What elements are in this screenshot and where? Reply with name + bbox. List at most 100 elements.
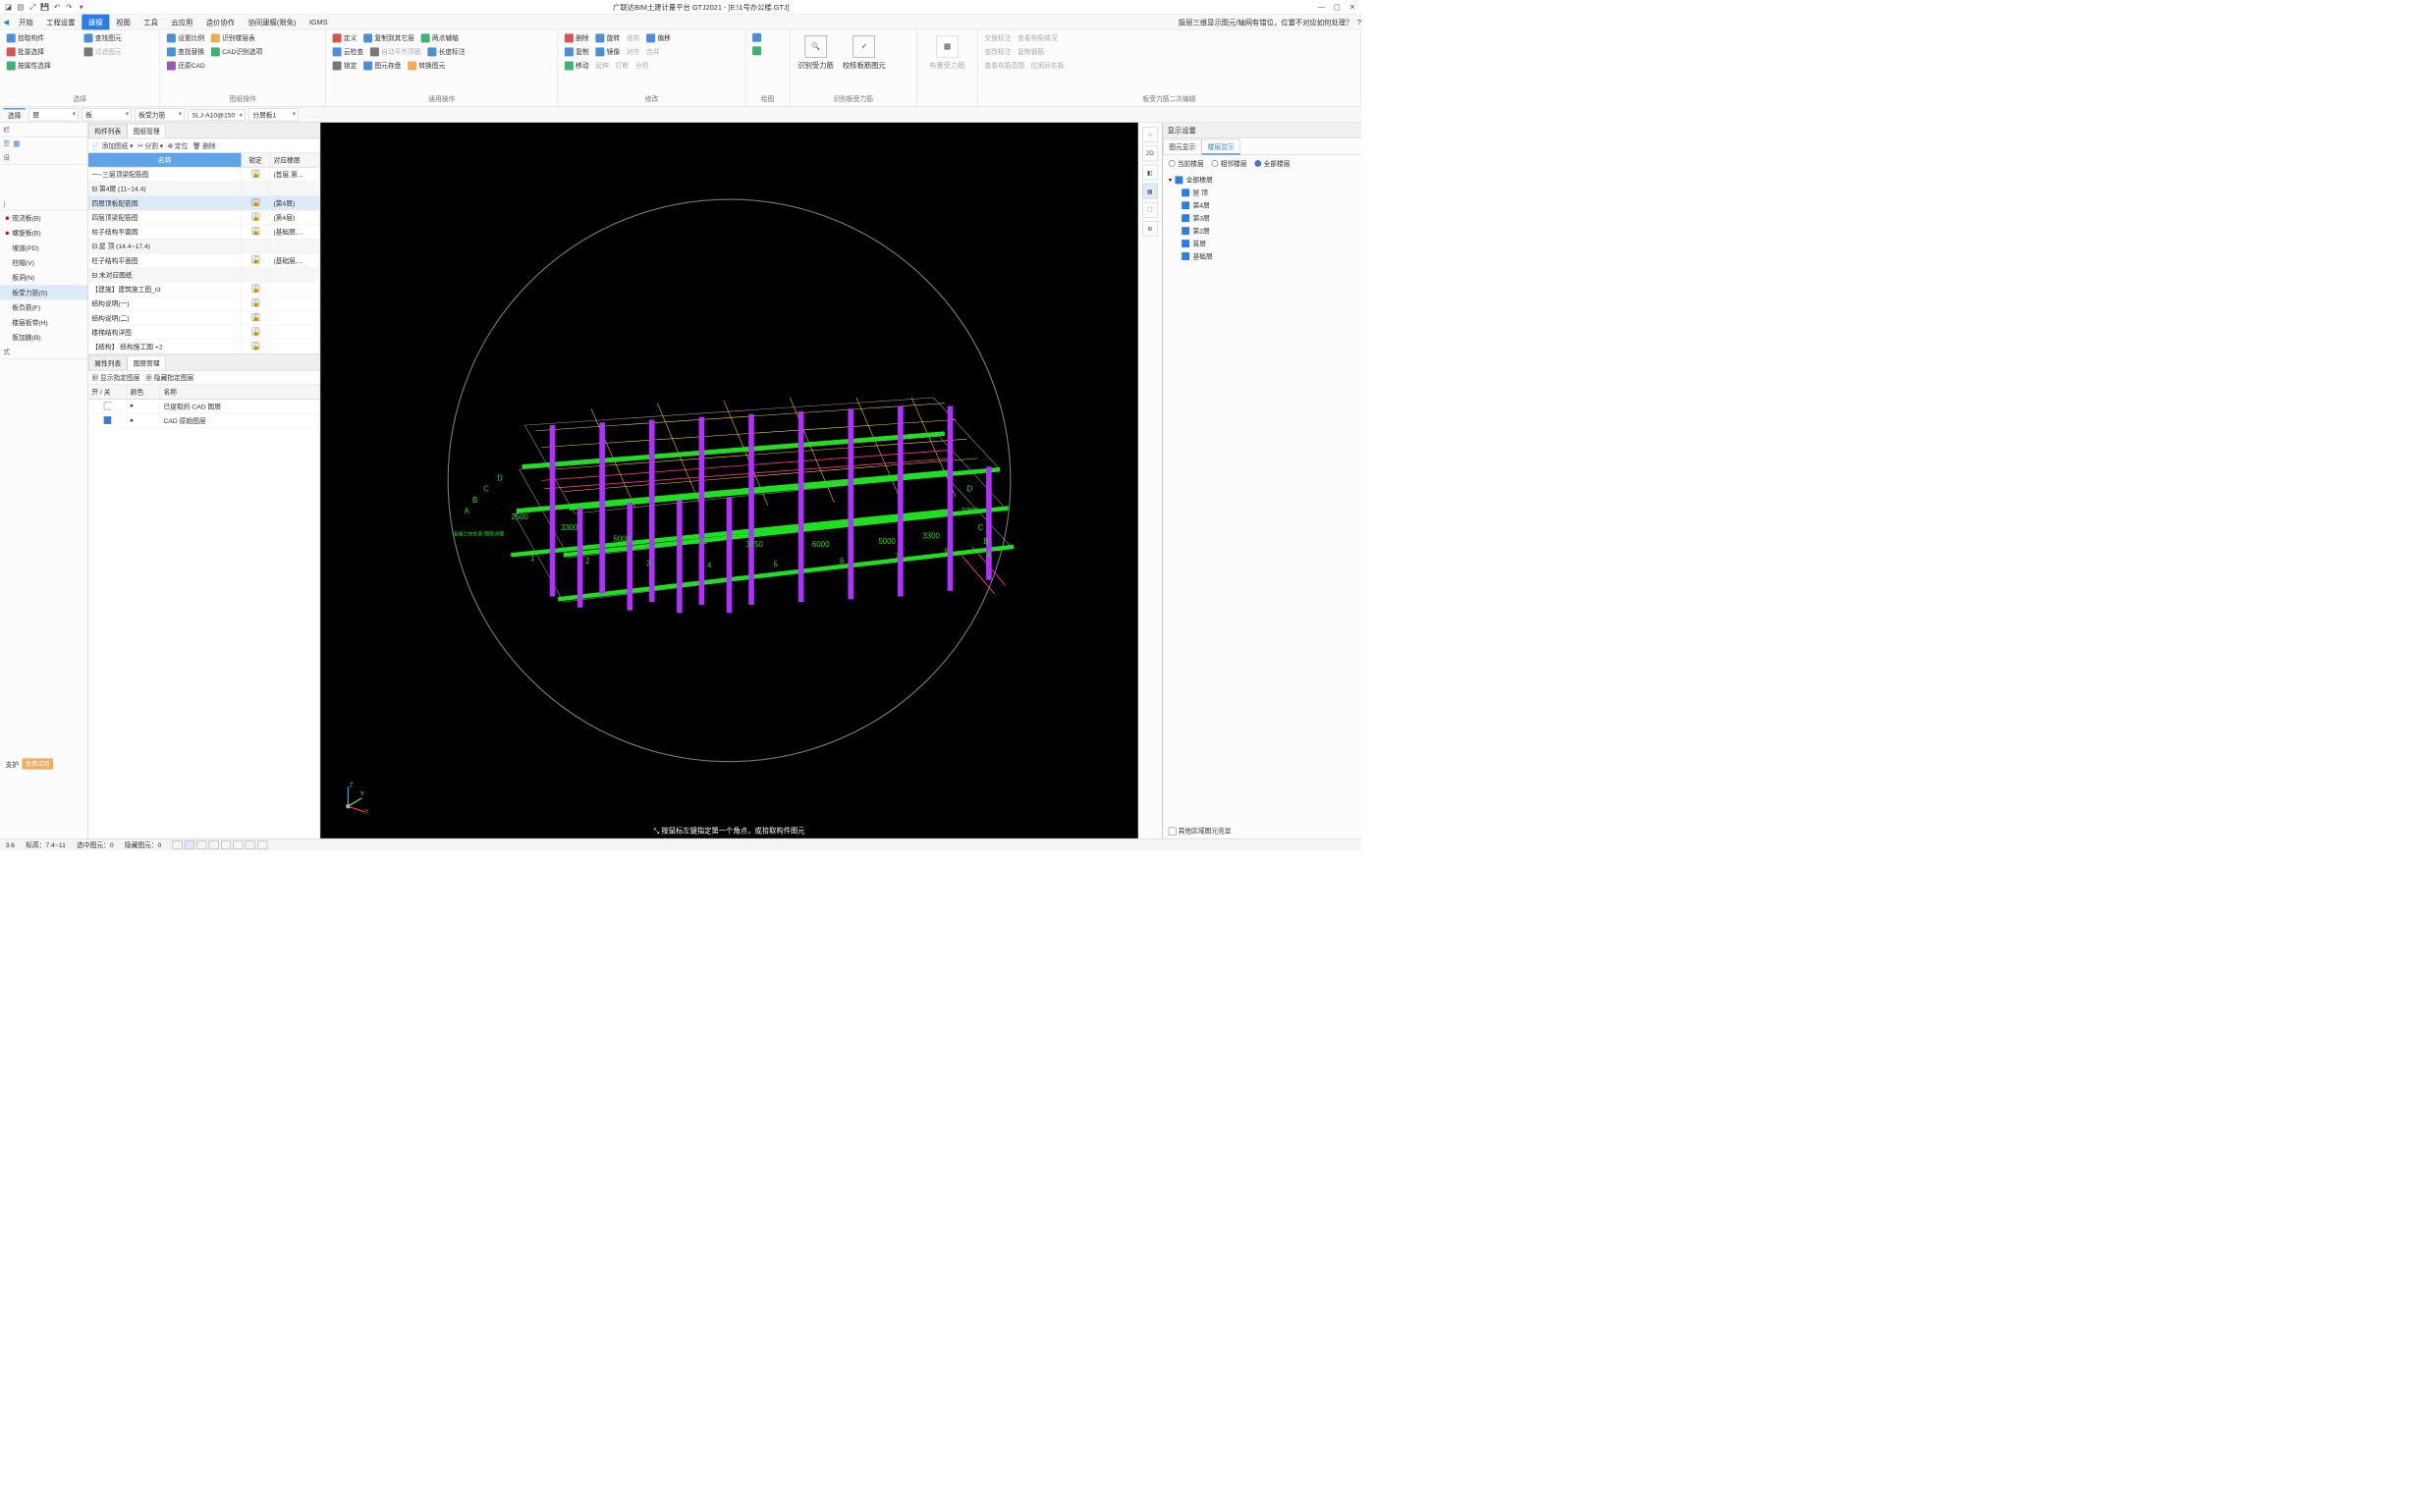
tab-property-list[interactable]: 属性列表 xyxy=(88,355,127,370)
close-icon[interactable]: ✕ xyxy=(1347,1,1357,12)
status-icon-7[interactable] xyxy=(246,840,255,849)
tab-component-list[interactable]: 构件列表 xyxy=(88,124,127,138)
new-icon[interactable]: ▤ xyxy=(16,2,26,12)
status-icon-3[interactable] xyxy=(196,840,206,849)
layer-row[interactable]: ▸已提取的 CAD 图层 xyxy=(88,400,320,414)
floor-node[interactable]: 基础层 xyxy=(1169,249,1356,262)
open-icon[interactable]: ⤢ xyxy=(28,2,37,12)
grid-view-icon[interactable]: ▦ xyxy=(13,139,20,148)
minimize-icon[interactable]: — xyxy=(1316,1,1327,12)
copy-button[interactable]: 复制 xyxy=(563,46,591,58)
copy-to-floor-button[interactable]: 复制到其它层 xyxy=(361,32,416,44)
tab-igms[interactable]: IGMS xyxy=(302,14,334,29)
check-rebar-button[interactable]: ✓校核板筋图元 xyxy=(839,32,889,93)
locate-button[interactable]: ⊕ 定位 xyxy=(167,140,188,150)
pick-component-button[interactable]: 拾取构件 xyxy=(5,32,156,44)
highlight-other-checkbox[interactable]: 其他区域图元亮显 xyxy=(1163,824,1237,837)
view-2d-icon[interactable]: 2D xyxy=(1142,146,1158,162)
identify-rebar-button[interactable]: 🔍识别受力筋 xyxy=(795,32,837,93)
length-dim-button[interactable]: 长度标注 xyxy=(425,46,468,58)
maximize-icon[interactable]: ▢ xyxy=(1332,1,1343,12)
drawing-row[interactable]: ⊟ 屋 顶 (14.4~17.4) xyxy=(88,240,320,254)
radio-all-floors[interactable]: 全部楼层 xyxy=(1254,158,1290,168)
break-button[interactable]: 打断 xyxy=(613,60,631,72)
draw-line-button[interactable] xyxy=(750,45,785,56)
subtab-element[interactable]: 图元显示 xyxy=(1163,139,1201,155)
drawing-row[interactable]: 一~三层顶梁配筋图🔓(首层,第... xyxy=(88,167,320,182)
status-icon-6[interactable] xyxy=(233,840,243,849)
view-layout-button[interactable]: 查看布筋情况 xyxy=(1016,32,1060,44)
sel-level[interactable]: 层 xyxy=(28,108,79,121)
rotate-button[interactable]: 旋转 xyxy=(593,32,622,44)
radio-adjacent-floor[interactable]: 相邻楼层 xyxy=(1212,158,1247,168)
undo-icon[interactable]: ↶ xyxy=(52,2,62,12)
sel-layer[interactable]: 分层板1 xyxy=(248,108,299,121)
floor-node[interactable]: 第4层 xyxy=(1169,199,1356,212)
leftnav-item[interactable]: 坡道(PD) xyxy=(0,241,87,255)
drawing-row[interactable]: 【建施】建筑施工图_t3🔓 xyxy=(88,282,320,297)
hide-layer-button[interactable]: ▦ 隐藏指定图层 xyxy=(145,373,193,383)
drawing-row[interactable]: ⊟ 未对应图纸 xyxy=(88,268,320,283)
sel-category[interactable]: 板 xyxy=(82,108,132,121)
drawing-row[interactable]: 结构说明(二)🔓 xyxy=(88,311,320,326)
drawing-row[interactable]: 四层顶板配筋图🔓(第4层) xyxy=(88,196,320,211)
extend-button[interactable]: 延伸 xyxy=(593,60,611,72)
tab-modeling[interactable]: 建模 xyxy=(82,14,109,29)
redo-icon[interactable]: ↷ xyxy=(64,2,74,12)
convert-element-button[interactable]: 转换图元 xyxy=(406,60,448,72)
list-view-icon[interactable]: ☰ xyxy=(3,139,10,148)
show-layer-button[interactable]: ▦ 显示指定图层 xyxy=(91,373,139,383)
subtab-floor[interactable]: 楼层显示 xyxy=(1201,139,1239,155)
cloud-check-button[interactable]: 云检查 xyxy=(330,46,365,58)
find-replace-button[interactable]: 查找替换 xyxy=(165,46,207,58)
drawing-row[interactable]: 柱子结构平面图🔓(基础层,... xyxy=(88,253,320,268)
drawing-row[interactable]: 柱子结构平面图🔓(基础层,... xyxy=(88,225,320,240)
batch-select-button[interactable]: 批量选择 xyxy=(5,46,156,58)
move-button[interactable]: 移动 xyxy=(563,60,591,72)
lock-button[interactable]: 锁定 xyxy=(330,60,358,72)
floor-node[interactable]: 第2层 xyxy=(1169,224,1356,237)
view-box-icon[interactable]: ◧ xyxy=(1142,165,1158,181)
aux-axis-button[interactable]: 两点辅轴 xyxy=(418,32,461,44)
tab-drawing-manage[interactable]: 图纸管理 xyxy=(127,124,165,138)
split-button[interactable]: 分割 xyxy=(633,60,651,72)
status-icon-5[interactable] xyxy=(221,840,231,849)
layer-row[interactable]: ▸CAD 原始图层 xyxy=(88,413,320,428)
tab-tools[interactable]: 工具 xyxy=(138,14,165,29)
save-element-button[interactable]: 图元存盘 xyxy=(361,60,404,72)
help-icon[interactable]: ? xyxy=(1357,18,1361,26)
leftnav-item[interactable]: 板洞(N) xyxy=(0,270,87,285)
save-icon[interactable]: 💾 xyxy=(40,2,50,12)
sel-type[interactable]: 板受力筋 xyxy=(135,108,185,121)
copy-rebar-button[interactable]: 复制钢筋 xyxy=(1016,46,1047,58)
delete-button[interactable]: 删除 xyxy=(563,32,591,44)
leftnav-item[interactable]: 柱帽(V) xyxy=(0,255,87,270)
leftnav-item[interactable]: 螺旋板(B) xyxy=(0,226,87,241)
drawing-row[interactable]: ⊟ 第4层 (11~14.4) xyxy=(88,182,320,196)
radio-current-floor[interactable]: 当前楼层 xyxy=(1169,158,1204,168)
floor-node[interactable]: 屋 顶 xyxy=(1169,187,1356,199)
status-icon-8[interactable] xyxy=(257,840,267,849)
find-element-button[interactable]: 查找图元 xyxy=(82,32,124,44)
split-button[interactable]: ✂ 分割 ▾ xyxy=(138,140,163,150)
viewport-3d[interactable]: ABCD 25003300 50005000 37506000 50003300… xyxy=(320,123,1138,838)
restore-cad-button[interactable]: 还原CAD xyxy=(165,60,321,72)
merge-button[interactable]: 合并 xyxy=(644,46,662,58)
leftnav-item[interactable]: 板加腋(B) xyxy=(0,330,87,345)
support-item[interactable]: 支护 免费试用 xyxy=(0,756,87,773)
define-button[interactable]: 定义 xyxy=(330,32,358,44)
fullscreen-icon[interactable]: ⛶ xyxy=(1142,202,1158,218)
select-by-property-button[interactable]: 按属性选择 xyxy=(5,60,156,72)
draw-point-button[interactable] xyxy=(750,32,785,43)
tab-cloud[interactable]: 云应用 xyxy=(165,14,199,29)
tab-project-settings[interactable]: 工程设置 xyxy=(40,14,82,29)
drawing-row[interactable]: 四层顶梁配筋图🔓(第4层) xyxy=(88,210,320,225)
orbit-icon[interactable]: ○ xyxy=(1142,127,1158,142)
tab-layer-manage[interactable]: 图层管理 xyxy=(127,355,165,370)
add-drawing-button[interactable]: 📄 添加图纸 ▾ xyxy=(91,140,133,150)
mirror-button[interactable]: 镜像 xyxy=(593,46,622,58)
floor-node[interactable]: 第3层 xyxy=(1169,211,1356,224)
drawing-row[interactable]: 【结构】 结构施工图 +2🔓 xyxy=(88,340,320,354)
identify-floor-table-button[interactable]: 识别楼层表 xyxy=(209,32,258,44)
leftnav-item[interactable]: 楼层板带(H) xyxy=(0,315,87,330)
